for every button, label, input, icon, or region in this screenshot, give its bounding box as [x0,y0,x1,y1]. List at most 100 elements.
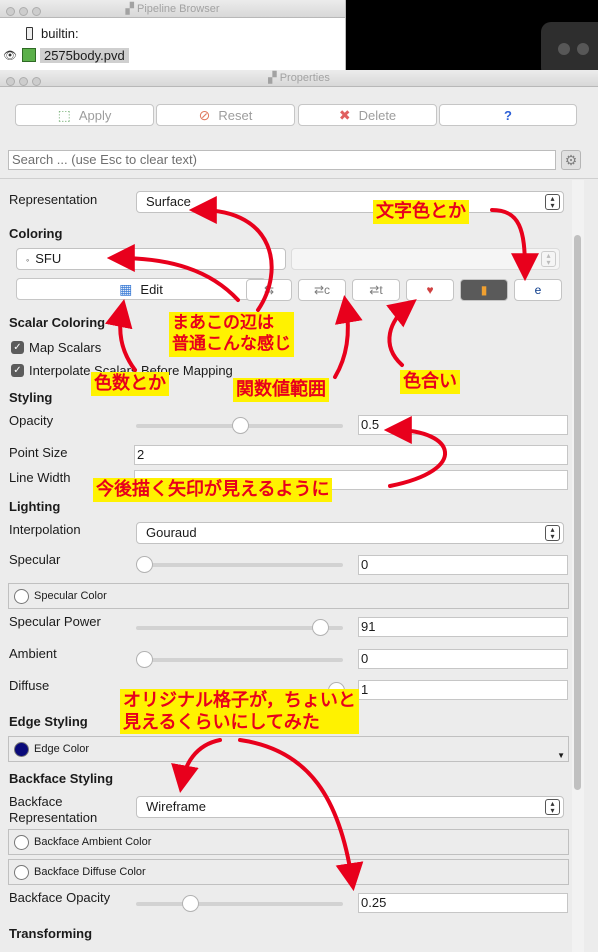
properties-titlebar: ▞ Properties [0,70,598,87]
updown-chevron-icon: ▴ ▾ [545,525,560,541]
close-icon[interactable] [6,7,15,16]
edit-color-legend-button[interactable]: e [514,279,562,301]
properties-title: Properties [279,72,330,84]
grip-icon: ▞ [268,72,280,84]
scrollbar[interactable] [572,180,584,952]
properties-panel: ▞ Properties ⬚ Apply ⊘ Reset ✖ Delete ? Sea… [0,70,598,952]
line-width-label: Line Width [9,470,71,485]
colormap-edit-icon: ▦ [119,280,133,297]
backface-diffuse-color-button[interactable]: Backface Diffuse Color [8,859,569,885]
coloring-header: Coloring [9,226,63,241]
rescale-custom-range-button[interactable]: ⇄c [298,279,346,301]
color-swatch [14,834,29,850]
opacity-field[interactable]: 0.5 [358,415,568,435]
minimize-icon[interactable] [19,7,28,16]
diffuse-field[interactable]: 1 [358,680,568,700]
server-icon [26,26,33,40]
backface-label: Backface [9,794,63,809]
annotation-text-color: 文字色とか [373,200,469,224]
checkmark-icon: ✓ [11,341,24,354]
edit-colormap-button[interactable]: ▦ Edit [16,278,266,300]
slider-knob[interactable] [136,651,153,668]
choose-preset-button[interactable]: ♥ [406,279,454,301]
search-input[interactable]: Search ... (use Esc to clear text) [8,150,556,170]
specular-field[interactable]: 0 [358,555,568,575]
rescale-data-range-button[interactable]: ⇆ [246,279,292,301]
dataset-cube-icon [21,48,36,62]
ambient-label: Ambient [9,646,57,661]
specular-power-field[interactable]: 91 [358,617,568,637]
backface-opacity-slider[interactable] [136,895,343,912]
reset-button[interactable]: ⊘ Reset [156,104,295,126]
specular-power-slider[interactable] [136,619,343,636]
slider-knob[interactable] [312,619,329,636]
divider [0,178,598,179]
color-swatch [14,588,29,604]
backface-ambient-color-button[interactable]: Backface Ambient Color [8,829,569,855]
diffuse-label: Diffuse [9,678,50,693]
color-swatch [14,864,29,880]
point-data-icon: ◦ [26,255,30,265]
specular-label: Specular [9,552,61,567]
slider-knob[interactable] [232,417,249,434]
pipeline-item-dataset[interactable]: 👁 2575body.pvd [0,45,345,65]
apply-button[interactable]: ⬚ Apply [15,104,154,126]
backface-representation-select[interactable]: Wireframe ▴ ▾ [136,796,564,818]
specular-color-button[interactable]: Specular Color [8,583,569,609]
window-dot-icon [558,43,570,55]
slider-knob[interactable] [136,556,153,573]
zoom-icon[interactable] [32,77,41,86]
close-icon[interactable] [6,77,15,86]
scalar-coloring-header: Scalar Coloring [9,315,106,330]
help-button[interactable]: ? [439,104,577,126]
opacity-label: Opacity [9,413,54,428]
apply-icon: ⬚ [57,106,71,123]
annotation-edge-area: まあこの辺は 普通こんな感じ [169,312,294,357]
ambient-slider[interactable] [136,651,343,668]
updown-chevron-icon: ▴ ▾ [545,194,560,210]
opacity-slider[interactable] [136,417,343,434]
pipeline-item-builtin[interactable]: builtin: [0,23,345,43]
toggle-color-legend-button[interactable]: ▮ [460,279,508,301]
pipeline-item-label: 2575body.pvd [39,47,129,63]
ambient-field[interactable]: 0 [358,649,568,669]
color-component-select[interactable]: ▴ ▾ [291,248,560,270]
annotation-arrow-note: 今後描く矢印が見えるように [93,478,333,502]
window-dot-icon [577,43,589,55]
specular-slider[interactable] [136,556,343,573]
styling-header: Styling [9,390,53,405]
eye-icon[interactable]: 👁 [3,49,17,62]
backface-opacity-field[interactable]: 0.25 [358,893,568,913]
pipeline-item-label: builtin: [41,25,79,41]
zoom-icon[interactable] [32,7,41,16]
edge-styling-header: Edge Styling [9,714,88,729]
point-size-field[interactable]: 2 [134,445,568,465]
interpolation-label: Interpolation [9,522,81,537]
pipeline-titlebar: ▞ Pipeline Browser [0,0,345,18]
minimize-icon[interactable] [19,77,28,86]
lighting-header: Lighting [9,499,61,514]
point-size-label: Point Size [9,445,68,460]
interpolation-select[interactable]: Gouraud ▴ ▾ [136,522,564,544]
slider-knob[interactable] [182,895,199,912]
pipeline-browser: ▞ Pipeline Browser builtin: 👁 2575body.p… [0,0,346,70]
representation-label-2: Representation [9,810,98,825]
annotation-grid-note: オリジナル格子が，ちょいと 見えるくらいにしてみた [120,689,359,735]
representation-select[interactable]: Surface ▴ ▾ [136,191,564,213]
updown-chevron-icon: ▴ ▾ [545,799,560,815]
rescale-temporal-range-button[interactable]: ⇄t [352,279,400,301]
scrollbar-thumb[interactable] [574,235,581,790]
backface-styling-header: Backface Styling [9,771,114,786]
delete-button[interactable]: ✖ Delete [298,104,437,126]
color-array-select[interactable]: ◦ SFU [16,248,286,270]
color-swatch [14,741,29,757]
pipeline-title: Pipeline Browser [136,3,220,15]
map-scalars-checkbox[interactable]: ✓ Map Scalars [11,340,101,355]
representation-label: Representation [9,192,98,207]
gear-icon[interactable]: ⚙ [561,150,581,170]
transforming-header: Transforming [9,926,93,941]
edge-color-button[interactable]: Edge Color ▼ [8,736,569,762]
annotation-color-count: 色数とか [91,372,169,396]
backface-opacity-label: Backface Opacity [9,890,111,905]
delete-icon: ✖ [338,106,351,123]
